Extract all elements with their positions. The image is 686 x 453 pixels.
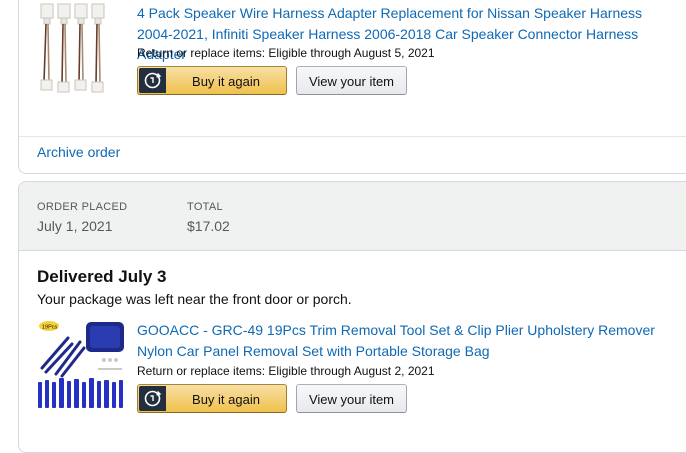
trim-tools-row (38, 378, 123, 408)
small-tools (98, 358, 122, 370)
order2-return-eligibility: Return or replace items: Eligible throug… (137, 364, 435, 378)
buy-again-cycle-icon (139, 68, 166, 93)
harness-adapter (57, 3, 71, 93)
storage-bag (86, 322, 124, 352)
buy-again-label: Buy it again (192, 74, 260, 89)
order-total-label: TOTAL (187, 201, 223, 213)
buy-again-label: Buy it again (192, 392, 260, 407)
archive-order-link[interactable]: Archive order (37, 144, 120, 160)
order2-buy-again-button[interactable]: Buy it again (137, 384, 287, 413)
harness-adapter (40, 3, 54, 91)
delivery-note: Your package was left near the front doo… (37, 291, 352, 307)
pliers (40, 336, 86, 378)
order1-return-eligibility: Return or replace items: Eligible throug… (137, 46, 435, 60)
badge: 19Pcs (39, 321, 59, 331)
delivery-status-heading: Delivered July 3 (37, 267, 167, 286)
badge-text: 19Pcs (42, 325, 58, 331)
harness-adapter (74, 3, 88, 91)
buy-again-cycle-icon (139, 386, 166, 411)
harness-adapter (91, 3, 105, 93)
order-placed-label: ORDER PLACED (37, 201, 128, 213)
order-header (19, 182, 686, 251)
trim-tool-set-thumbnail[interactable]: 19Pcs (36, 318, 128, 412)
order2-view-item-button[interactable]: View your item (296, 384, 407, 413)
order1-view-item-button[interactable]: View your item (296, 66, 407, 95)
order-placed-date: July 1, 2021 (37, 218, 113, 234)
speaker-harness-thumbnail[interactable] (38, 2, 110, 94)
order2-item-title-link[interactable]: GOOACC - GRC-49 19Pcs Trim Removal Tool … (137, 320, 677, 361)
card-divider (19, 136, 686, 137)
order1-buy-again-button[interactable]: Buy it again (137, 66, 287, 95)
order-total-value: $17.02 (187, 218, 230, 234)
